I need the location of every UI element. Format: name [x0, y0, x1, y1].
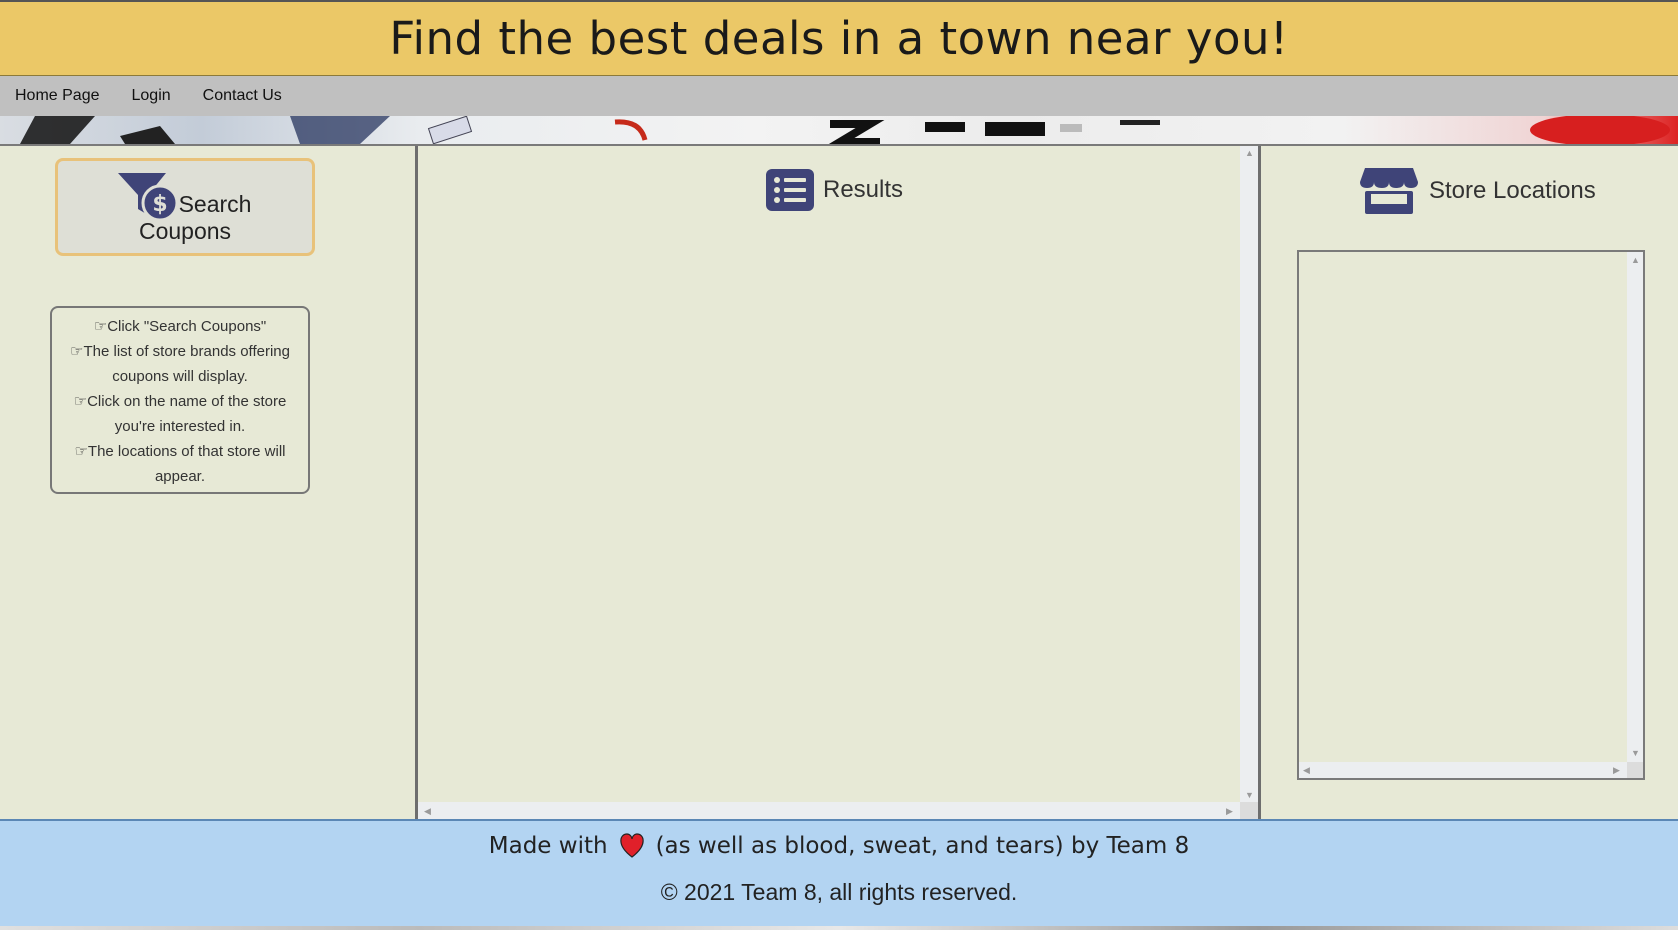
store-locations-heading: Store Locations: [1359, 166, 1596, 216]
scroll-down-arrow-icon[interactable]: ▼: [1631, 748, 1640, 758]
coupon-collage-background: [0, 116, 1678, 144]
scrollbar-corner: [1627, 762, 1643, 778]
search-coupons-button[interactable]: $ Search Coupons: [55, 158, 315, 256]
results-horizontal-scrollbar[interactable]: ◀ ▶: [418, 802, 1240, 819]
footer-copyright: © 2021 Team 8, all rights reserved.: [660, 879, 1018, 905]
scroll-right-arrow-icon[interactable]: ▶: [1613, 765, 1620, 775]
instruction-item: ☞Click "Search Coupons": [93, 318, 267, 335]
search-coupons-label-line1: Search: [178, 191, 252, 217]
results-panel: Results ▲ ▼ ◀ ▶: [418, 146, 1261, 819]
scroll-left-arrow-icon[interactable]: ◀: [424, 806, 431, 816]
nav-home-link[interactable]: Home Page: [15, 87, 100, 105]
hand-point-right-icon: ☞: [70, 343, 84, 360]
nav-login-link[interactable]: Login: [132, 87, 171, 105]
search-panel: $ Search Coupons ☞Click "Search Coupons"…: [0, 146, 418, 819]
hand-point-right-icon: ☞: [73, 393, 88, 410]
header-banner: Find the best deals in a town near you!: [0, 0, 1678, 76]
scroll-up-arrow-icon[interactable]: ▲: [1245, 148, 1254, 158]
scroll-up-arrow-icon[interactable]: ▲: [1631, 255, 1640, 265]
instructions-box: ☞Click "Search Coupons" ☞The list of sto…: [50, 306, 310, 494]
results-vertical-scrollbar[interactable]: ▲ ▼: [1240, 146, 1258, 802]
footer-credit: Made with (as well as blood, sweat, and …: [0, 833, 1678, 859]
hand-point-right-icon: ☞: [74, 443, 88, 460]
results-heading: Results: [765, 168, 903, 212]
store-locations-list[interactable]: ▲ ▼ ◀ ▶: [1297, 250, 1645, 780]
page-title: Find the best deals in a town near you!: [389, 12, 1289, 65]
scroll-right-arrow-icon[interactable]: ▶: [1226, 806, 1233, 816]
instruction-item: ☞Click on the name of the store you're i…: [73, 393, 287, 435]
store-locations-title: Store Locations: [1429, 177, 1596, 204]
footer: Made with (as well as blood, sweat, and …: [0, 819, 1678, 926]
list-icon: [766, 169, 814, 211]
locations-vertical-scrollbar[interactable]: ▲ ▼: [1627, 252, 1643, 762]
store-locations-panel: Store Locations ▲ ▼ ◀ ▶: [1261, 146, 1678, 819]
instruction-item: ☞The locations of that store will appear…: [74, 443, 286, 485]
results-title: Results: [823, 176, 904, 203]
nav-bar: Home Page Login Contact Us: [0, 76, 1678, 116]
hand-point-right-icon: ☞: [93, 318, 108, 335]
scroll-left-arrow-icon[interactable]: ◀: [1303, 765, 1310, 775]
footer-made-with-text: Made with: [488, 833, 608, 859]
footer-team-text: (as well as blood, sweat, and tears) by …: [655, 833, 1190, 859]
search-coupons-label-line2: Coupons: [138, 218, 232, 244]
main-content: $ Search Coupons ☞Click "Search Coupons"…: [0, 144, 1678, 819]
collage-graphic: [20, 116, 1670, 144]
heart-icon: [619, 833, 644, 858]
locations-horizontal-scrollbar[interactable]: ◀ ▶: [1299, 762, 1627, 778]
store-icon: [1360, 168, 1418, 214]
coupon-collage-bottom-strip: [0, 926, 1678, 930]
scroll-down-arrow-icon[interactable]: ▼: [1245, 790, 1254, 800]
nav-contact-link[interactable]: Contact Us: [203, 87, 282, 105]
scrollbar-corner: [1240, 802, 1258, 819]
instruction-item: ☞The list of store brands offering coupo…: [70, 343, 290, 385]
